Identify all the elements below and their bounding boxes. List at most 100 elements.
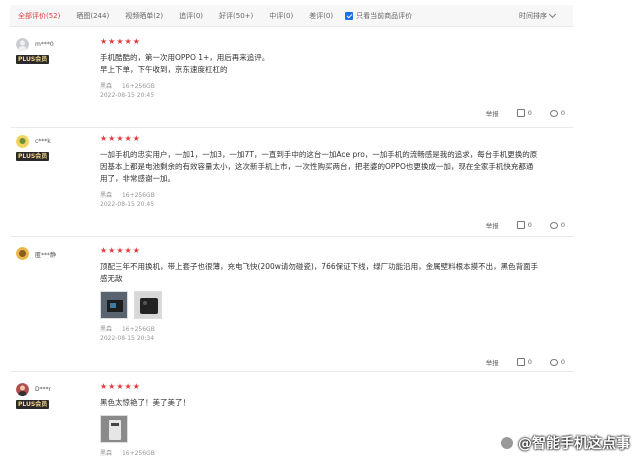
star-icon: ★: [124, 37, 132, 46]
reviewer-name: 匿***静: [35, 252, 57, 259]
star-icon: ★: [116, 382, 124, 391]
like-count: 0: [527, 221, 532, 229]
review-item: D***r PLUS会员 ★ ★ ★ ★ ★ 黑色太惊艳了！美了美了！ 黑森 16+25…: [10, 383, 573, 469]
product-spec: 16+256GB: [121, 83, 155, 90]
review-item: 匿***静 ★ ★ ★ ★ ★ 顶配三年不用换机，带上套子也很薄，充电飞快(200w请勿…: [10, 247, 573, 372]
avatar: [16, 383, 29, 396]
review-item: c***k PLUS会员 ★ ★ ★ ★ ★ 一加手机的忠实用户，一加1，一加3，一加7…: [10, 135, 573, 237]
review-date: 2022-08-15 20:45: [100, 92, 155, 99]
review-photo-thumbnail[interactable]: [134, 291, 162, 319]
product-spec: 16+256GB: [121, 192, 155, 199]
star-icon: ★: [132, 246, 140, 255]
review-photo-thumbnail[interactable]: [100, 415, 128, 443]
star-icon: ★: [100, 382, 108, 391]
checkbox-checked-icon[interactable]: [345, 11, 354, 20]
comment-icon: [549, 109, 558, 117]
star-icon: ★: [108, 246, 116, 255]
review-text-line: 一加手机的忠实用户，一加1，一加3，一加7T，一直到手中的这台一加Ace pro…: [100, 150, 538, 159]
tab-negative-reviews[interactable]: 差评(0): [309, 11, 333, 21]
plus-member-badge: PLUS会员: [16, 152, 50, 161]
tab-photo-reviews[interactable]: 晒图(244): [76, 11, 109, 21]
star-icon: ★: [100, 246, 108, 255]
avatar: [16, 247, 29, 260]
comment-count: 0: [560, 109, 565, 117]
star-icon: ★: [124, 382, 132, 391]
review-meta: 黑森 16+256GB 2022-08-15 20:34: [100, 325, 570, 343]
report-link[interactable]: 举报: [486, 108, 499, 118]
review-text: 黑色太惊艳了！美了美了！: [100, 397, 570, 409]
review-text-line: 感无敌: [100, 274, 123, 283]
review-content: ★ ★ ★ ★ ★ 顶配三年不用换机，带上套子也很薄，充电飞快(200w请勿碰瓷)，76…: [100, 247, 570, 343]
watermark-text: @智能手机这点事: [518, 436, 630, 452]
only-current-label: 只看当前商品评价: [356, 11, 413, 20]
product-color: 黑森: [100, 83, 113, 90]
star-icon: ★: [100, 134, 108, 143]
star-icon: ★: [132, 37, 140, 46]
review-photos: [100, 291, 570, 319]
report-link[interactable]: 举报: [486, 220, 499, 230]
star-icon: ★: [116, 134, 124, 143]
review-text-line: 早上下单，下午收到，京东速度杠杠的: [100, 65, 228, 74]
star-rating: ★ ★ ★ ★ ★: [100, 38, 570, 46]
product-color: 黑森: [100, 450, 113, 457]
star-icon: ★: [124, 134, 132, 143]
plus-member-badge: PLUS会员: [16, 55, 50, 64]
review-text: 手机酷酷的，第一次用OPPO 1+，用后再来追评。 早上下单，下午收到，京东速度…: [100, 52, 570, 76]
tab-video-reviews[interactable]: 视频晒单(2): [125, 11, 163, 21]
review-text-line: 手机酷酷的，第一次用OPPO 1+，用后再来追评。: [100, 53, 270, 62]
comment-icon: [549, 358, 558, 366]
review-meta: 黑森 16+256GB 2022-08-15 20:45: [100, 191, 570, 209]
thumbs-up-icon: [516, 109, 525, 117]
sort-label: 时间排序: [519, 12, 547, 20]
tab-all-reviews[interactable]: 全部评价(52): [18, 11, 60, 21]
review-text-line: 黑色太惊艳了！美了美了！: [100, 398, 190, 407]
source-watermark: @智能手机这点事: [500, 433, 630, 453]
avatar: [16, 135, 29, 148]
comment-button[interactable]: 0: [549, 358, 565, 366]
star-icon: ★: [116, 246, 124, 255]
like-button[interactable]: 0: [516, 109, 532, 117]
tab-positive-reviews[interactable]: 好评(50+): [219, 11, 253, 21]
comment-button[interactable]: 0: [549, 109, 565, 117]
report-link[interactable]: 举报: [486, 357, 499, 367]
product-spec: 16+256GB: [121, 326, 155, 333]
avatar: [16, 38, 29, 51]
chevron-down-icon: [548, 10, 557, 19]
comment-button[interactable]: 0: [549, 221, 565, 229]
comment-icon: [549, 221, 558, 229]
review-item: m***0 PLUS会员 ★ ★ ★ ★ ★ 手机酷酷的，第一次用OPPO 1+，用后再…: [10, 38, 573, 128]
star-icon: ★: [108, 134, 116, 143]
only-current-product-toggle[interactable]: 只看当前商品评价: [345, 11, 412, 21]
review-actions: 举报 0 0: [486, 108, 565, 118]
star-icon: ★: [100, 37, 108, 46]
review-meta: 黑森 16+256GB 2022-08-15 20:45: [100, 82, 570, 100]
review-actions: 举报 0 0: [486, 220, 565, 230]
star-icon: ★: [132, 382, 140, 391]
tab-neutral-reviews[interactable]: 中评(0): [269, 11, 293, 21]
star-icon: ★: [116, 37, 124, 46]
review-text-line: 顶配三年不用换机，带上套子也很薄，充电飞快(200w请勿碰瓷)，766保证下线，…: [100, 262, 539, 271]
product-color: 黑森: [100, 192, 113, 199]
star-icon: ★: [108, 37, 116, 46]
comment-count: 0: [560, 358, 565, 366]
review-content: ★ ★ ★ ★ ★ 一加手机的忠实用户，一加1，一加3，一加7T，一直到手中的这台一加A…: [100, 135, 570, 209]
like-count: 0: [527, 109, 532, 117]
tab-follow-up-reviews[interactable]: 追评(0): [179, 11, 203, 21]
thumbs-up-icon: [516, 358, 525, 366]
review-text-line: 因基本上都是电池剩余的有效容量太小，这次新手机上市，一次性购买两台，把老婆的OP…: [100, 162, 534, 171]
review-text-line: 用了，非常感谢一加。: [100, 174, 175, 183]
product-color: 黑森: [100, 326, 113, 333]
review-date: 2022-08-15 20:45: [100, 201, 155, 208]
like-button[interactable]: 0: [516, 358, 532, 366]
review-actions: 举报 0 0: [486, 357, 565, 367]
product-spec: 16+256GB: [121, 450, 155, 457]
star-rating: ★ ★ ★ ★ ★: [100, 135, 570, 143]
review-text: 一加手机的忠实用户，一加1，一加3，一加7T，一直到手中的这台一加Ace pro…: [100, 149, 570, 185]
weibo-logo-icon: [500, 436, 514, 450]
sort-dropdown[interactable]: 时间排序: [519, 10, 557, 21]
star-icon: ★: [124, 246, 132, 255]
review-date: 2022-08-15 20:34: [100, 335, 155, 342]
star-rating: ★ ★ ★ ★ ★: [100, 383, 570, 391]
like-button[interactable]: 0: [516, 221, 532, 229]
review-photo-thumbnail[interactable]: [100, 291, 128, 319]
